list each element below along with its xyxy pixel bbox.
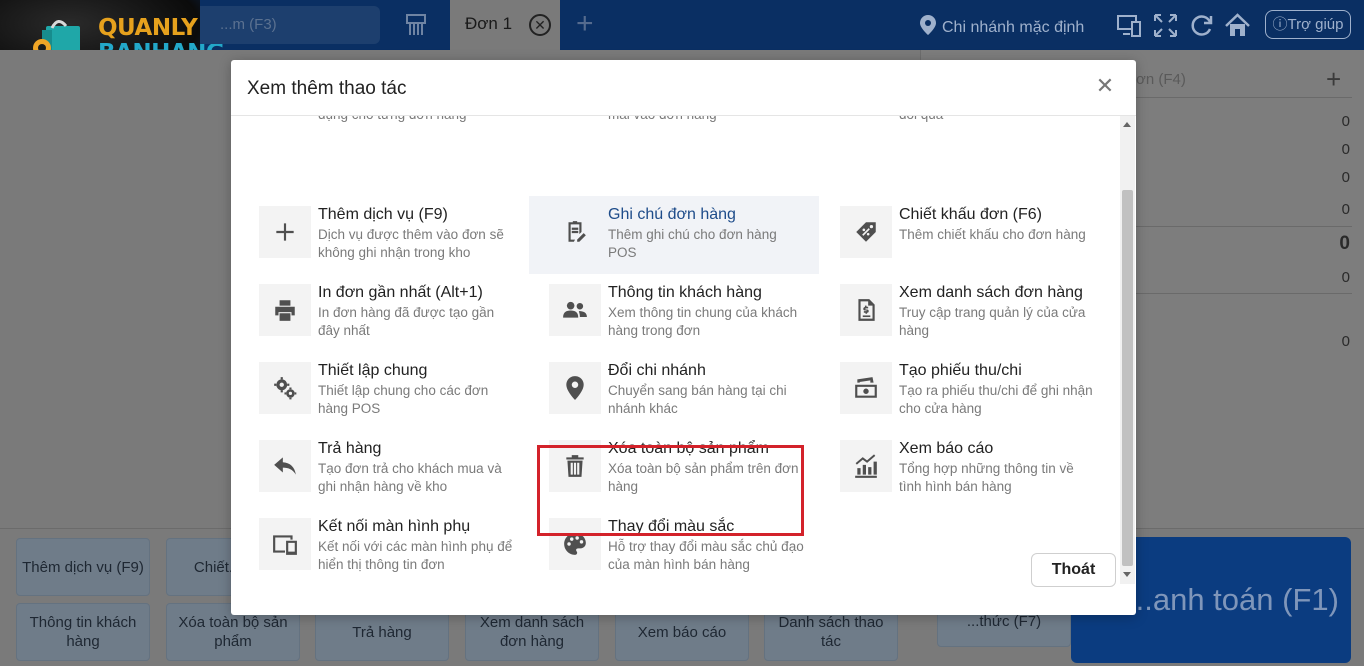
action-title: Thiết lập chung bbox=[318, 362, 428, 379]
action-desc: đổi quà bbox=[899, 116, 1099, 124]
summary-value: 0 bbox=[1341, 169, 1350, 186]
printer-icon bbox=[259, 284, 311, 336]
action-desc: Tạo đơn trả cho khách mua và ghi nhận hà… bbox=[318, 461, 502, 494]
tab-order-1-label: Đơn 1 bbox=[465, 14, 513, 33]
action-desc: Xem thông tin chung của khách hàng trong… bbox=[608, 305, 798, 338]
scroll-up-arrow-icon[interactable] bbox=[1123, 122, 1131, 127]
action-item[interactable]: dụng cho từng đơn hàng bbox=[231, 116, 521, 156]
action-desc: Truy cập trang quản lý của cửa hàng bbox=[899, 305, 1086, 338]
action-desc: mãi vào đơn hàng bbox=[608, 116, 808, 124]
discount-tag-icon bbox=[840, 206, 892, 258]
divider bbox=[1136, 97, 1352, 98]
action-order-discount[interactable]: Chiết khấu đơn (F6) Thêm chiết khấu cho … bbox=[812, 200, 1102, 278]
exit-button[interactable]: Thoát bbox=[1031, 553, 1116, 587]
fullscreen-icon[interactable] bbox=[1152, 12, 1179, 39]
modal-title: Xem thêm thao tác bbox=[247, 78, 407, 99]
refresh-icon[interactable] bbox=[1188, 12, 1215, 39]
action-title: Thêm dịch vụ (F9) bbox=[318, 206, 448, 223]
help-button[interactable]: ⓘTrợ giúp bbox=[1265, 10, 1351, 39]
highlight-box bbox=[537, 445, 804, 536]
divider bbox=[1136, 226, 1352, 227]
summary-value: 0 bbox=[1341, 113, 1350, 130]
action-desc: Thiết lập chung cho các đơn hàng POS bbox=[318, 383, 489, 416]
action-desc: Thêm chiết khấu cho đơn hàng bbox=[899, 227, 1086, 242]
add-customer-button[interactable]: + bbox=[1326, 66, 1341, 92]
action-order-note[interactable]: Ghi chú đơn hàng Thêm ghi chú cho đơn hà… bbox=[529, 196, 819, 274]
action-title: Thông tin khách hàng bbox=[608, 284, 762, 301]
action-desc: Tạo ra phiếu thu/chi để ghi nhận cho cửa… bbox=[899, 383, 1093, 416]
add-tab-button[interactable]: + bbox=[576, 9, 594, 39]
action-title: In đơn gần nhất (Alt+1) bbox=[318, 284, 483, 301]
product-search-input[interactable]: ...m (F3) bbox=[200, 6, 380, 44]
action-print-last-order[interactable]: In đơn gần nhất (Alt+1) In đơn hàng đã đ… bbox=[231, 278, 521, 356]
customer-info-button[interactable]: Thông tin khách hàng bbox=[16, 603, 150, 661]
chart-icon bbox=[840, 440, 892, 492]
reply-icon bbox=[259, 440, 311, 492]
devices-icon bbox=[259, 518, 311, 570]
action-order-list[interactable]: Xem danh sách đơn hàng Truy cập trang qu… bbox=[812, 278, 1102, 356]
help-label: Trợ giúp bbox=[1287, 16, 1344, 33]
divider bbox=[1136, 293, 1352, 294]
customer-search-input[interactable]: ơn (F4) bbox=[1136, 71, 1186, 88]
users-icon bbox=[549, 284, 601, 336]
note-icon bbox=[549, 206, 601, 258]
action-view-report[interactable]: Xem báo cáo Tổng hợp những thông tin về … bbox=[812, 434, 1102, 512]
action-desc: Hỗ trợ thay đổi màu sắc chủ đạo của màn … bbox=[608, 539, 804, 572]
branch-selector[interactable]: Chi nhánh mặc định bbox=[920, 15, 1084, 37]
add-service-button[interactable]: Thêm dịch vụ (F9) bbox=[16, 538, 150, 596]
action-desc: Chuyển sang bán hàng tại chi nhánh khác bbox=[608, 383, 787, 416]
action-title: Kết nối màn hình phụ bbox=[318, 518, 471, 535]
scroll-down-arrow-icon[interactable] bbox=[1123, 572, 1131, 577]
action-add-service[interactable]: Thêm dịch vụ (F9) Dịch vụ được thêm vào … bbox=[231, 200, 521, 278]
action-title: Tạo phiếu thu/chi bbox=[899, 362, 1022, 379]
action-title: Trả hàng bbox=[318, 440, 382, 457]
action-desc: Thêm ghi chú cho đơn hàng POS bbox=[608, 227, 777, 260]
close-icon[interactable]: ✕ bbox=[529, 14, 551, 36]
summary-value: 0 bbox=[1341, 269, 1350, 286]
action-desc: Dịch vụ được thêm vào đơn sẽ không ghi n… bbox=[318, 227, 504, 260]
gears-icon bbox=[259, 362, 311, 414]
invoice-icon bbox=[840, 284, 892, 336]
modal-scrollbar[interactable] bbox=[1120, 116, 1135, 584]
action-title: Chiết khấu đơn (F6) bbox=[899, 206, 1042, 223]
summary-total-value: 0 bbox=[1339, 233, 1350, 254]
help-icon: ⓘ bbox=[1272, 16, 1288, 33]
action-desc: Kết nối với các màn hình phụ để hiển thị… bbox=[318, 539, 513, 572]
action-title: Đổi chi nhánh bbox=[608, 362, 706, 379]
action-item[interactable]: đổi quà bbox=[812, 116, 1102, 156]
summary-value: 0 bbox=[1341, 333, 1350, 350]
action-general-settings[interactable]: Thiết lập chung Thiết lập chung cho các … bbox=[231, 356, 521, 434]
money-icon bbox=[840, 362, 892, 414]
action-title: Xem danh sách đơn hàng bbox=[899, 284, 1083, 301]
home-icon[interactable] bbox=[1224, 12, 1251, 39]
action-customer-info[interactable]: Thông tin khách hàng Xem thông tin chung… bbox=[521, 278, 811, 356]
screen-connect-icon[interactable] bbox=[1116, 12, 1143, 39]
action-receipt-payment[interactable]: Tạo phiếu thu/chi Tạo ra phiếu thu/chi đ… bbox=[812, 356, 1102, 434]
action-title: Ghi chú đơn hàng bbox=[608, 206, 736, 223]
action-title: Xem báo cáo bbox=[899, 440, 994, 457]
plus-icon bbox=[259, 206, 311, 258]
summary-value: 0 bbox=[1341, 141, 1350, 158]
scrollbar-thumb[interactable] bbox=[1122, 190, 1133, 566]
barcode-scanner-icon[interactable] bbox=[404, 13, 428, 37]
top-toolbar-icons bbox=[1116, 12, 1251, 39]
close-icon[interactable]: ✕ bbox=[1093, 74, 1117, 98]
action-item[interactable]: mãi vào đơn hàng bbox=[521, 116, 811, 156]
action-change-branch[interactable]: Đổi chi nhánh Chuyển sang bán hàng tại c… bbox=[521, 356, 811, 434]
location-pin-icon bbox=[920, 15, 936, 35]
action-return[interactable]: Trả hàng Tạo đơn trả cho khách mua và gh… bbox=[231, 434, 521, 512]
action-desc: Tổng hợp những thông tin về tình hình bá… bbox=[899, 461, 1074, 494]
branch-label: Chi nhánh mặc định bbox=[942, 19, 1085, 36]
action-desc: In đơn hàng đã được tạo gần đây nhất bbox=[318, 305, 495, 338]
summary-value: 0 bbox=[1341, 201, 1350, 218]
action-desc: dụng cho từng đơn hàng bbox=[318, 116, 518, 124]
location-pin-icon bbox=[549, 362, 601, 414]
action-connect-screen[interactable]: Kết nối màn hình phụ Kết nối với các màn… bbox=[231, 512, 521, 584]
